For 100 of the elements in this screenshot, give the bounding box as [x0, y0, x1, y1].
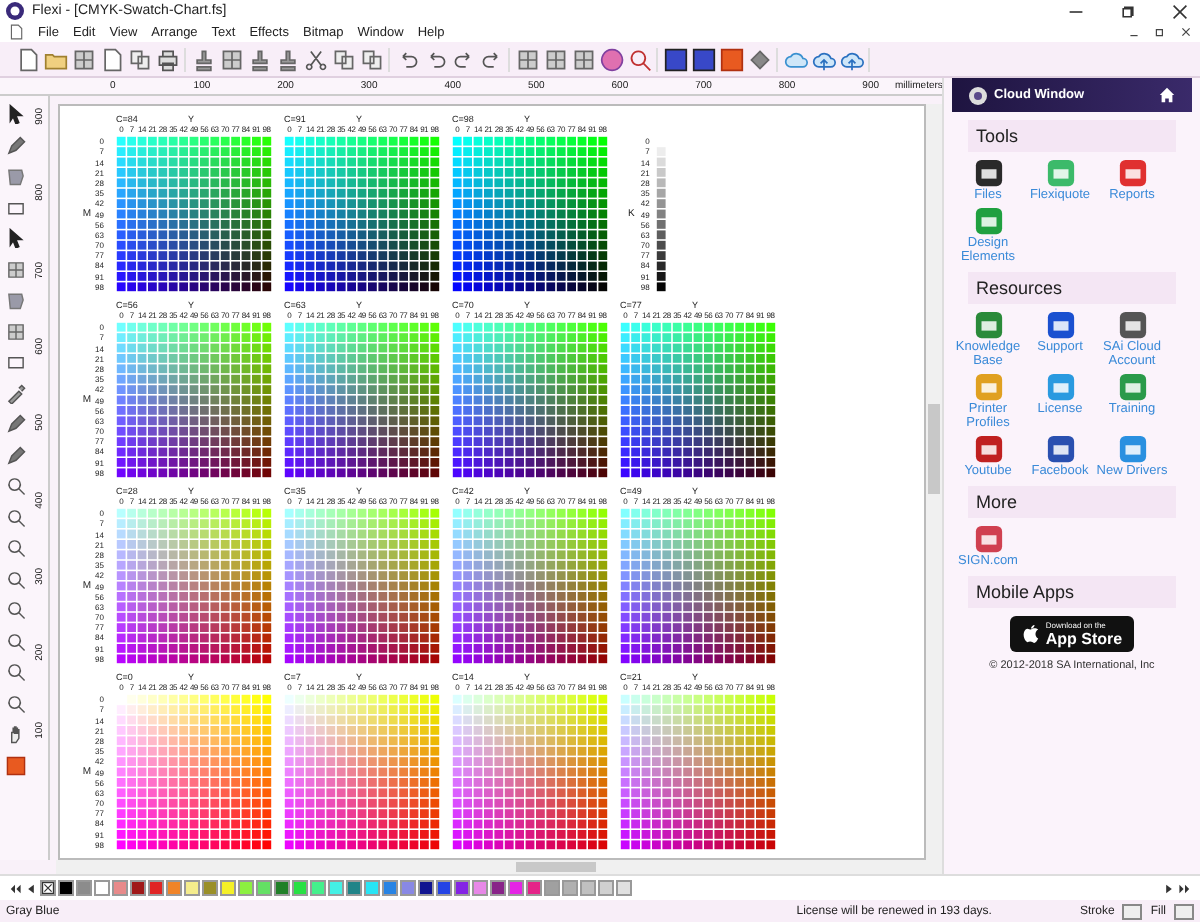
section-heading: More [968, 486, 1176, 518]
app-tile-icon[interactable] [1117, 434, 1147, 464]
no-color-icon[interactable] [40, 880, 56, 896]
close-icon[interactable] [1180, 26, 1192, 38]
close-icon[interactable] [1172, 3, 1188, 19]
color-swatch[interactable] [382, 880, 398, 896]
color-swatch[interactable] [490, 880, 506, 896]
color-swatch[interactable] [310, 880, 326, 896]
vertical-scrollbar[interactable] [926, 104, 942, 860]
color-swatch[interactable] [148, 880, 164, 896]
color-swatch[interactable] [472, 880, 488, 896]
copy-icon[interactable] [360, 47, 384, 71]
color-swatch[interactable] [166, 880, 182, 896]
app-tile-icon[interactable] [973, 206, 1003, 236]
magnifier-icon[interactable] [5, 662, 25, 682]
color-swatch[interactable] [112, 880, 128, 896]
magnifier-icon[interactable] [5, 569, 25, 589]
home-icon[interactable] [1158, 86, 1176, 104]
color-swatch[interactable] [616, 880, 632, 896]
color-swatch[interactable] [256, 880, 272, 896]
magnifier-icon[interactable] [5, 507, 25, 527]
color-swatch[interactable] [328, 880, 344, 896]
cloud-icon[interactable] [784, 47, 808, 71]
app-tile-icon[interactable] [973, 434, 1003, 464]
rectangle-icon[interactable] [5, 352, 25, 372]
color-swatch[interactable] [130, 880, 146, 896]
left-arrow-icon[interactable] [24, 881, 38, 895]
app-tile-icon[interactable] [973, 372, 1003, 402]
color-swatch[interactable] [220, 880, 236, 896]
color-swatch[interactable] [598, 880, 614, 896]
double-right-arrow-icon[interactable] [1178, 881, 1192, 895]
color-swatch[interactable] [202, 880, 218, 896]
restore-icon[interactable] [1120, 3, 1136, 19]
document-icon[interactable] [100, 47, 124, 71]
app-tile-icon[interactable] [1045, 434, 1075, 464]
square-icon[interactable] [5, 755, 25, 775]
grid-icon[interactable] [516, 47, 540, 71]
blob-icon[interactable] [5, 290, 25, 310]
hand-icon[interactable] [5, 724, 25, 744]
cloud-upload-icon[interactable] [840, 47, 864, 71]
stamp-icon[interactable] [276, 47, 300, 71]
color-swatch[interactable] [364, 880, 380, 896]
grid-icon[interactable] [572, 47, 596, 71]
magnifier-icon[interactable] [5, 693, 25, 713]
magnifier-icon[interactable] [5, 538, 25, 558]
grid-icon[interactable] [544, 47, 568, 71]
right-arrow-icon[interactable] [1162, 881, 1176, 895]
document-icon[interactable] [16, 47, 40, 71]
color-swatch[interactable] [238, 880, 254, 896]
color-swatch[interactable] [94, 880, 110, 896]
app-tile-icon[interactable] [973, 524, 1003, 554]
grid-icon[interactable] [220, 47, 244, 71]
copy-icon[interactable] [332, 47, 356, 71]
dropper-icon[interactable] [5, 383, 25, 403]
app-tile-icon[interactable] [973, 158, 1003, 188]
app-tile-icon[interactable] [1045, 158, 1075, 188]
app-tile-icon[interactable] [1117, 310, 1147, 340]
color-swatch[interactable] [562, 880, 578, 896]
scissors-icon[interactable] [304, 47, 328, 71]
rectangle-icon[interactable] [5, 197, 25, 217]
cursor-icon[interactable] [5, 104, 25, 124]
cursor-icon[interactable] [5, 228, 25, 248]
pen-icon[interactable] [5, 135, 25, 155]
app-tile-icon[interactable] [1117, 372, 1147, 402]
magnifier-icon[interactable] [5, 476, 25, 496]
color-swatch[interactable] [346, 880, 362, 896]
color-swatch[interactable] [274, 880, 290, 896]
grid-icon[interactable] [72, 47, 96, 71]
grid-icon[interactable] [5, 259, 25, 279]
app-tile-icon[interactable] [973, 310, 1003, 340]
color-swatch[interactable] [58, 880, 74, 896]
stamp-icon[interactable] [192, 47, 216, 71]
restore-icon[interactable] [1154, 26, 1166, 38]
stamp-icon[interactable] [248, 47, 272, 71]
color-swatch[interactable] [400, 880, 416, 896]
color-swatch[interactable] [454, 880, 470, 896]
app-tile-icon[interactable] [1117, 158, 1147, 188]
color-swatch[interactable] [580, 880, 596, 896]
magnifier-icon[interactable] [5, 600, 25, 620]
grid-icon[interactable] [5, 321, 25, 341]
printer-icon[interactable] [156, 47, 180, 71]
magnifier-icon[interactable] [5, 631, 25, 651]
cloud-upload-icon[interactable] [812, 47, 836, 71]
color-swatch[interactable] [76, 880, 92, 896]
color-swatch[interactable] [184, 880, 200, 896]
color-swatch[interactable] [418, 880, 434, 896]
color-swatch[interactable] [436, 880, 452, 896]
color-swatch[interactable] [526, 880, 542, 896]
blob-icon[interactable] [5, 166, 25, 186]
color-swatch[interactable] [544, 880, 560, 896]
search-icon[interactable] [628, 47, 652, 71]
horizontal-scrollbar[interactable] [56, 860, 942, 874]
diamond-icon[interactable] [748, 47, 772, 71]
square-icon[interactable] [720, 47, 744, 71]
app-tile-icon[interactable] [1045, 372, 1075, 402]
color-swatch[interactable] [508, 880, 524, 896]
double-left-arrow-icon[interactable] [8, 881, 22, 895]
app-tile-icon[interactable] [1045, 310, 1075, 340]
copy-icon[interactable] [128, 47, 152, 71]
color-swatch[interactable] [292, 880, 308, 896]
